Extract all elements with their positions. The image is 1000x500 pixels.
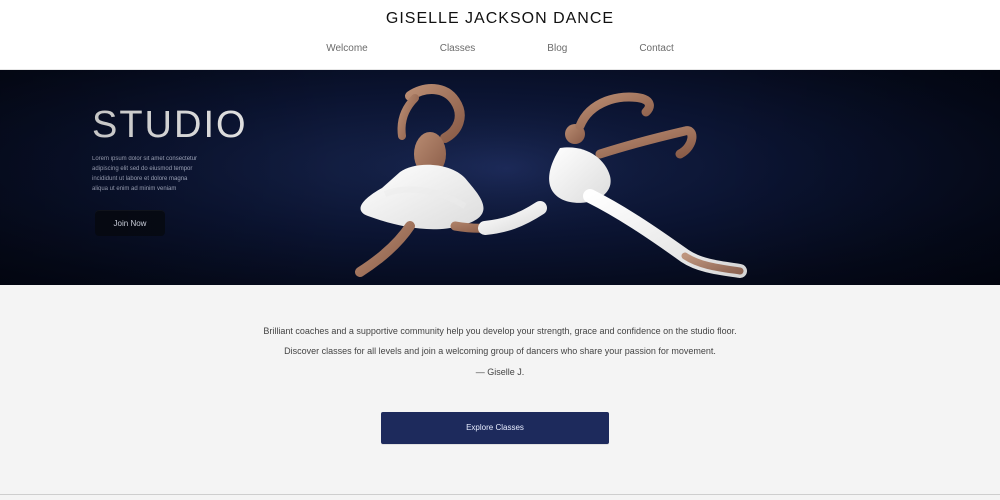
hero-description-line: aliqua ut enim ad minim veniam xyxy=(92,186,177,192)
hero-description-line: adipiscing elit sed do eiusmod tempor xyxy=(92,166,193,172)
hero-description-line: incididunt ut labore et dolore magna xyxy=(92,176,188,182)
nav-item-welcome[interactable]: Welcome xyxy=(326,42,368,56)
hero-title: STUDIO xyxy=(92,104,248,146)
site-logo[interactable]: GISELLE JACKSON DANCE xyxy=(386,10,614,28)
hero-cta-button[interactable]: Join Now xyxy=(95,210,165,236)
nav-item-contact[interactable]: Contact xyxy=(639,42,673,56)
intro-paragraph-line: Brilliant coaches and a supportive commu… xyxy=(263,326,737,336)
bottom-divider xyxy=(0,494,1000,495)
primary-cta-button[interactable]: Explore Classes xyxy=(381,412,609,444)
signature: — Giselle J. xyxy=(475,367,525,377)
page: GISELLE JACKSON DANCE Welcome Classes Bl… xyxy=(0,0,1000,500)
hero-description: Lorem ipsum dolor sit amet consectetur a… xyxy=(92,154,242,194)
site-header: GISELLE JACKSON DANCE Welcome Classes Bl… xyxy=(0,0,1000,70)
intro-section: Brilliant coaches and a supportive commu… xyxy=(0,285,1000,500)
dancers-image xyxy=(290,76,770,281)
intro-paragraph-line: Discover classes for all levels and join… xyxy=(284,346,716,356)
intro-text: Brilliant coaches and a supportive commu… xyxy=(0,321,1000,381)
nav-item-classes[interactable]: Classes xyxy=(440,42,476,56)
main-nav: Welcome Classes Blog Contact xyxy=(326,42,674,56)
hero-description-line: Lorem ipsum dolor sit amet consectetur xyxy=(92,156,198,162)
nav-item-blog[interactable]: Blog xyxy=(547,42,567,56)
hero-banner: STUDIO Lorem ipsum dolor sit amet consec… xyxy=(0,70,1000,285)
